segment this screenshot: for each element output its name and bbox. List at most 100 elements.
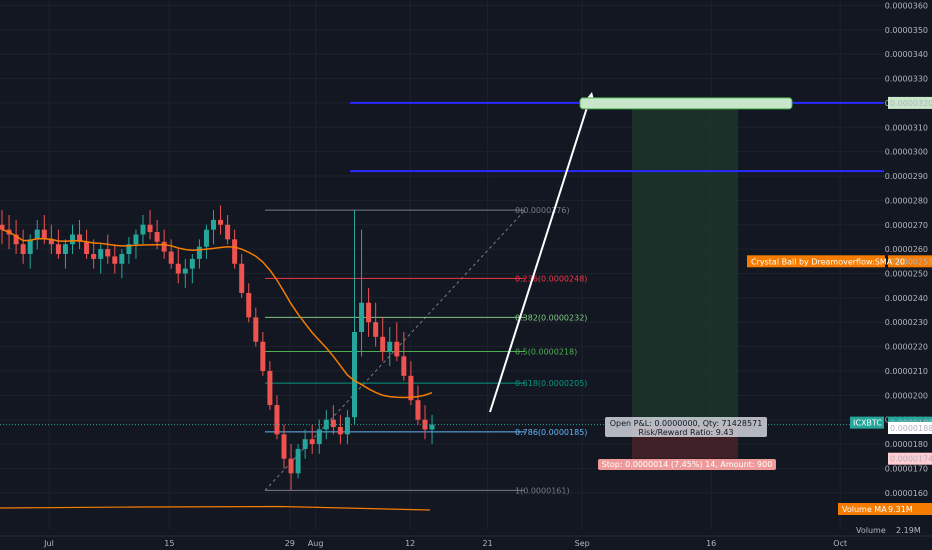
y-axis-tick: 0.0000360	[885, 1, 928, 10]
fib-level-label: 0.5(0.0000218)	[515, 347, 577, 356]
fib-level-label: 0.382(0.0000232)	[515, 313, 587, 322]
candle-body[interactable]	[295, 448, 301, 474]
candle-body[interactable]	[175, 263, 181, 274]
candle-body[interactable]	[98, 249, 104, 259]
volume-ma-value: 9.31M	[888, 505, 913, 514]
candle-body[interactable]	[70, 234, 75, 245]
x-axis-label: 15	[164, 539, 174, 548]
target-label-pill	[579, 97, 793, 110]
fib-level-label: 0.786(0.0000185)	[515, 428, 587, 437]
candle-body[interactable]	[373, 322, 379, 337]
candle-body[interactable]	[429, 424, 435, 430]
candle-body[interactable]	[84, 241, 90, 254]
candle-body[interactable]	[309, 439, 315, 445]
candle-body[interactable]	[196, 246, 202, 259]
y-axis-tick: 0.0000210	[885, 367, 928, 376]
y-axis-tick: 0.0000170	[885, 464, 928, 473]
x-axis-label: Jul	[43, 539, 54, 548]
candle-body[interactable]	[105, 249, 111, 257]
y-axis-tick: 0.0000350	[885, 26, 928, 35]
entry-price-tag: 0.0000188	[890, 424, 932, 433]
x-axis-label: Aug	[308, 539, 324, 548]
candle-body[interactable]	[91, 254, 97, 259]
target-zone	[632, 102, 738, 425]
candle-body[interactable]	[260, 341, 266, 371]
candle-body[interactable]	[232, 239, 238, 264]
fib-level-label: 0(0.0000276)	[515, 206, 570, 215]
candle-body[interactable]	[119, 254, 125, 264]
candle-body[interactable]	[415, 400, 421, 420]
stop-price-tag: 0.0000174	[890, 455, 932, 464]
y-axis-tick: 0.0000330	[885, 75, 928, 84]
y-axis-tick: 0.0000250	[885, 269, 928, 278]
candle-body[interactable]	[41, 229, 47, 240]
symbol-tag: ICXBTC	[853, 419, 882, 428]
candle-body[interactable]	[225, 224, 231, 240]
candle-body[interactable]	[189, 258, 195, 269]
x-axis-label: 16	[706, 539, 716, 548]
candle-body[interactable]	[281, 434, 287, 459]
candle-body[interactable]	[203, 229, 209, 247]
x-axis-label: 21	[483, 539, 493, 548]
y-axis-tick: 0.0000160	[885, 489, 928, 498]
candle-body[interactable]	[140, 224, 146, 235]
candle-body[interactable]	[20, 244, 26, 254]
candle-body[interactable]	[154, 232, 160, 242]
y-axis-tick: 0.0000220	[885, 343, 928, 352]
candle-body[interactable]	[316, 429, 322, 445]
y-axis-tick: 0.0000230	[885, 318, 928, 327]
candle-body[interactable]	[253, 317, 259, 342]
y-axis-tick: 0.0000180	[885, 440, 928, 449]
candle-body[interactable]	[267, 370, 273, 406]
rr-text: Risk/Reward Ratio: 9.43	[638, 428, 733, 437]
y-axis-tick: 0.0000310	[885, 123, 928, 132]
candle-body[interactable]	[239, 263, 245, 293]
volume-ma-label: Volume MA	[842, 505, 887, 514]
x-axis-bar	[0, 536, 932, 550]
candle-body[interactable]	[330, 419, 336, 428]
candle-body[interactable]	[27, 239, 33, 254]
candle-body[interactable]	[112, 256, 118, 264]
y-axis-tick: 0.0000300	[885, 148, 928, 157]
candle-body[interactable]	[218, 219, 224, 225]
candle-body[interactable]	[366, 302, 372, 323]
sma-label: Crystal Ball by Dreamoverflow:SMA 20	[751, 257, 905, 266]
candle-body[interactable]	[288, 458, 294, 474]
candle-body[interactable]	[246, 292, 252, 318]
volume-label: Volume	[856, 526, 886, 535]
x-axis-label: 29	[285, 539, 295, 548]
candle-body[interactable]	[337, 427, 343, 435]
fib-level-label: 0.618(0.0000205)	[515, 379, 587, 388]
candle-body[interactable]	[161, 241, 167, 252]
chart-root: 0(0.0000276) 0.236(0.0000248) 0.382(0.0000…	[0, 0, 932, 550]
candle-body[interactable]	[352, 331, 357, 418]
x-axis-label: Sep	[575, 539, 590, 548]
candle-body[interactable]	[274, 405, 280, 435]
pnl-text: Open P&L: 0.0000000, Qty: 71428571	[610, 419, 763, 428]
candle-body[interactable]	[387, 341, 393, 352]
candle-body[interactable]	[380, 336, 386, 352]
x-axis-label: Oct	[833, 539, 847, 548]
candle-body[interactable]	[133, 234, 139, 245]
y-axis-tick: 0.0000260	[885, 245, 928, 254]
candle-body[interactable]	[401, 356, 407, 376]
candle-body[interactable]	[168, 251, 174, 264]
candlestick-chart[interactable]: 0(0.0000276) 0.236(0.0000248) 0.382(0.0000…	[0, 0, 932, 550]
candle-body[interactable]	[182, 268, 188, 274]
y-axis-tick: 0.0000290	[885, 172, 928, 181]
x-axis-label: 12	[405, 539, 415, 548]
volume-value: 2.19M	[896, 526, 921, 535]
candle-body[interactable]	[302, 439, 308, 449]
y-axis-tick: 0.0000280	[885, 196, 928, 205]
candle-body[interactable]	[211, 219, 216, 230]
fib-level-label: 1(0.0000161)	[515, 486, 570, 495]
candle-body[interactable]	[147, 224, 153, 233]
stop-text: Stop: 0.0000014 (7.45%) 14, Amount: 900	[602, 460, 773, 469]
candle-body[interactable]	[359, 302, 365, 332]
target-price-tag: 0.0000320	[890, 99, 932, 108]
candle-body[interactable]	[55, 244, 61, 254]
y-axis-tick: 0.0000340	[885, 50, 928, 59]
candle-body[interactable]	[344, 417, 350, 435]
candle-body[interactable]	[394, 341, 400, 357]
candle-body[interactable]	[62, 244, 68, 254]
